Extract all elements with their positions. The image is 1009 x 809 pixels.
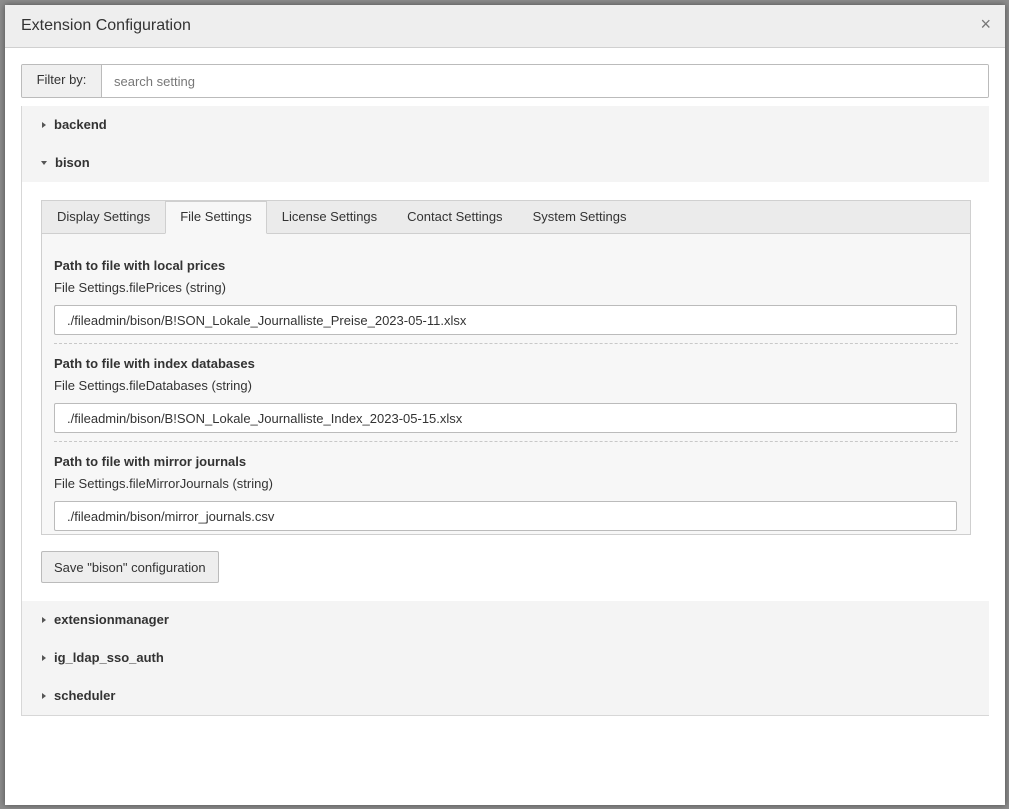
- caret-right-icon: [42, 122, 46, 128]
- file-mirror-journals-input[interactable]: [54, 501, 957, 531]
- tab-license-settings[interactable]: License Settings: [267, 201, 392, 233]
- panel-heading-label: extensionmanager: [54, 612, 169, 627]
- tab-file-settings[interactable]: File Settings: [165, 201, 267, 234]
- tab-system-settings[interactable]: System Settings: [518, 201, 642, 233]
- setting-file-prices: Path to file with local prices File Sett…: [54, 246, 958, 335]
- setting-description: File Settings.fileMirrorJournals (string…: [54, 476, 273, 491]
- tab-display-settings[interactable]: Display Settings: [42, 201, 165, 233]
- filter-label: Filter by:: [22, 65, 102, 97]
- filter-row: Filter by:: [21, 64, 989, 98]
- panel-heading-label: backend: [54, 117, 107, 132]
- modal-title: Extension Configuration: [21, 17, 191, 34]
- caret-right-icon: [42, 693, 46, 699]
- modal-body: Filter by: backend bison Display Setting…: [21, 64, 989, 716]
- setting-description: File Settings.fileDatabases (string): [54, 378, 252, 393]
- caret-right-icon: [42, 655, 46, 661]
- save-bison-configuration-button[interactable]: Save "bison" configuration: [41, 551, 219, 583]
- setting-title: Path to file with mirror journals: [54, 454, 247, 469]
- close-icon[interactable]: ×: [980, 14, 991, 34]
- panel-heading-label: bison: [55, 155, 90, 170]
- setting-file-databases: Path to file with index databases File S…: [54, 343, 958, 433]
- panel-heading-bison[interactable]: bison: [22, 144, 989, 182]
- setting-description: File Settings.filePrices (string): [54, 280, 226, 295]
- panel-heading-label: scheduler: [54, 688, 116, 703]
- panel-heading-ig-ldap-sso-auth[interactable]: ig_ldap_sso_auth: [22, 639, 989, 677]
- setting-title: Path to file with local prices: [54, 258, 226, 273]
- filter-search-input[interactable]: [102, 65, 988, 97]
- panel-heading-label: ig_ldap_sso_auth: [54, 650, 164, 665]
- panel-heading-scheduler[interactable]: scheduler: [22, 677, 989, 715]
- panel-heading-extensionmanager[interactable]: extensionmanager: [22, 601, 989, 639]
- tab-contact-settings[interactable]: Contact Settings: [392, 201, 517, 233]
- panel-heading-backend[interactable]: backend: [22, 106, 989, 144]
- extension-configuration-modal: Extension Configuration × Filter by: bac…: [5, 5, 1005, 805]
- file-prices-input[interactable]: [54, 305, 957, 335]
- caret-down-icon: [41, 161, 47, 165]
- setting-title: Path to file with index databases: [54, 356, 255, 371]
- setting-file-mirror-journals: Path to file with mirror journals File S…: [54, 441, 958, 531]
- tab-content-file-settings: Path to file with local prices File Sett…: [41, 233, 971, 535]
- extension-panel-group: backend bison Display Settings File Sett…: [21, 106, 989, 716]
- caret-right-icon: [42, 617, 46, 623]
- file-databases-input[interactable]: [54, 403, 957, 433]
- panel-body-bison: Display Settings File Settings License S…: [22, 182, 989, 601]
- modal-header: Extension Configuration ×: [5, 5, 1005, 48]
- settings-tabs: Display Settings File Settings License S…: [41, 200, 971, 234]
